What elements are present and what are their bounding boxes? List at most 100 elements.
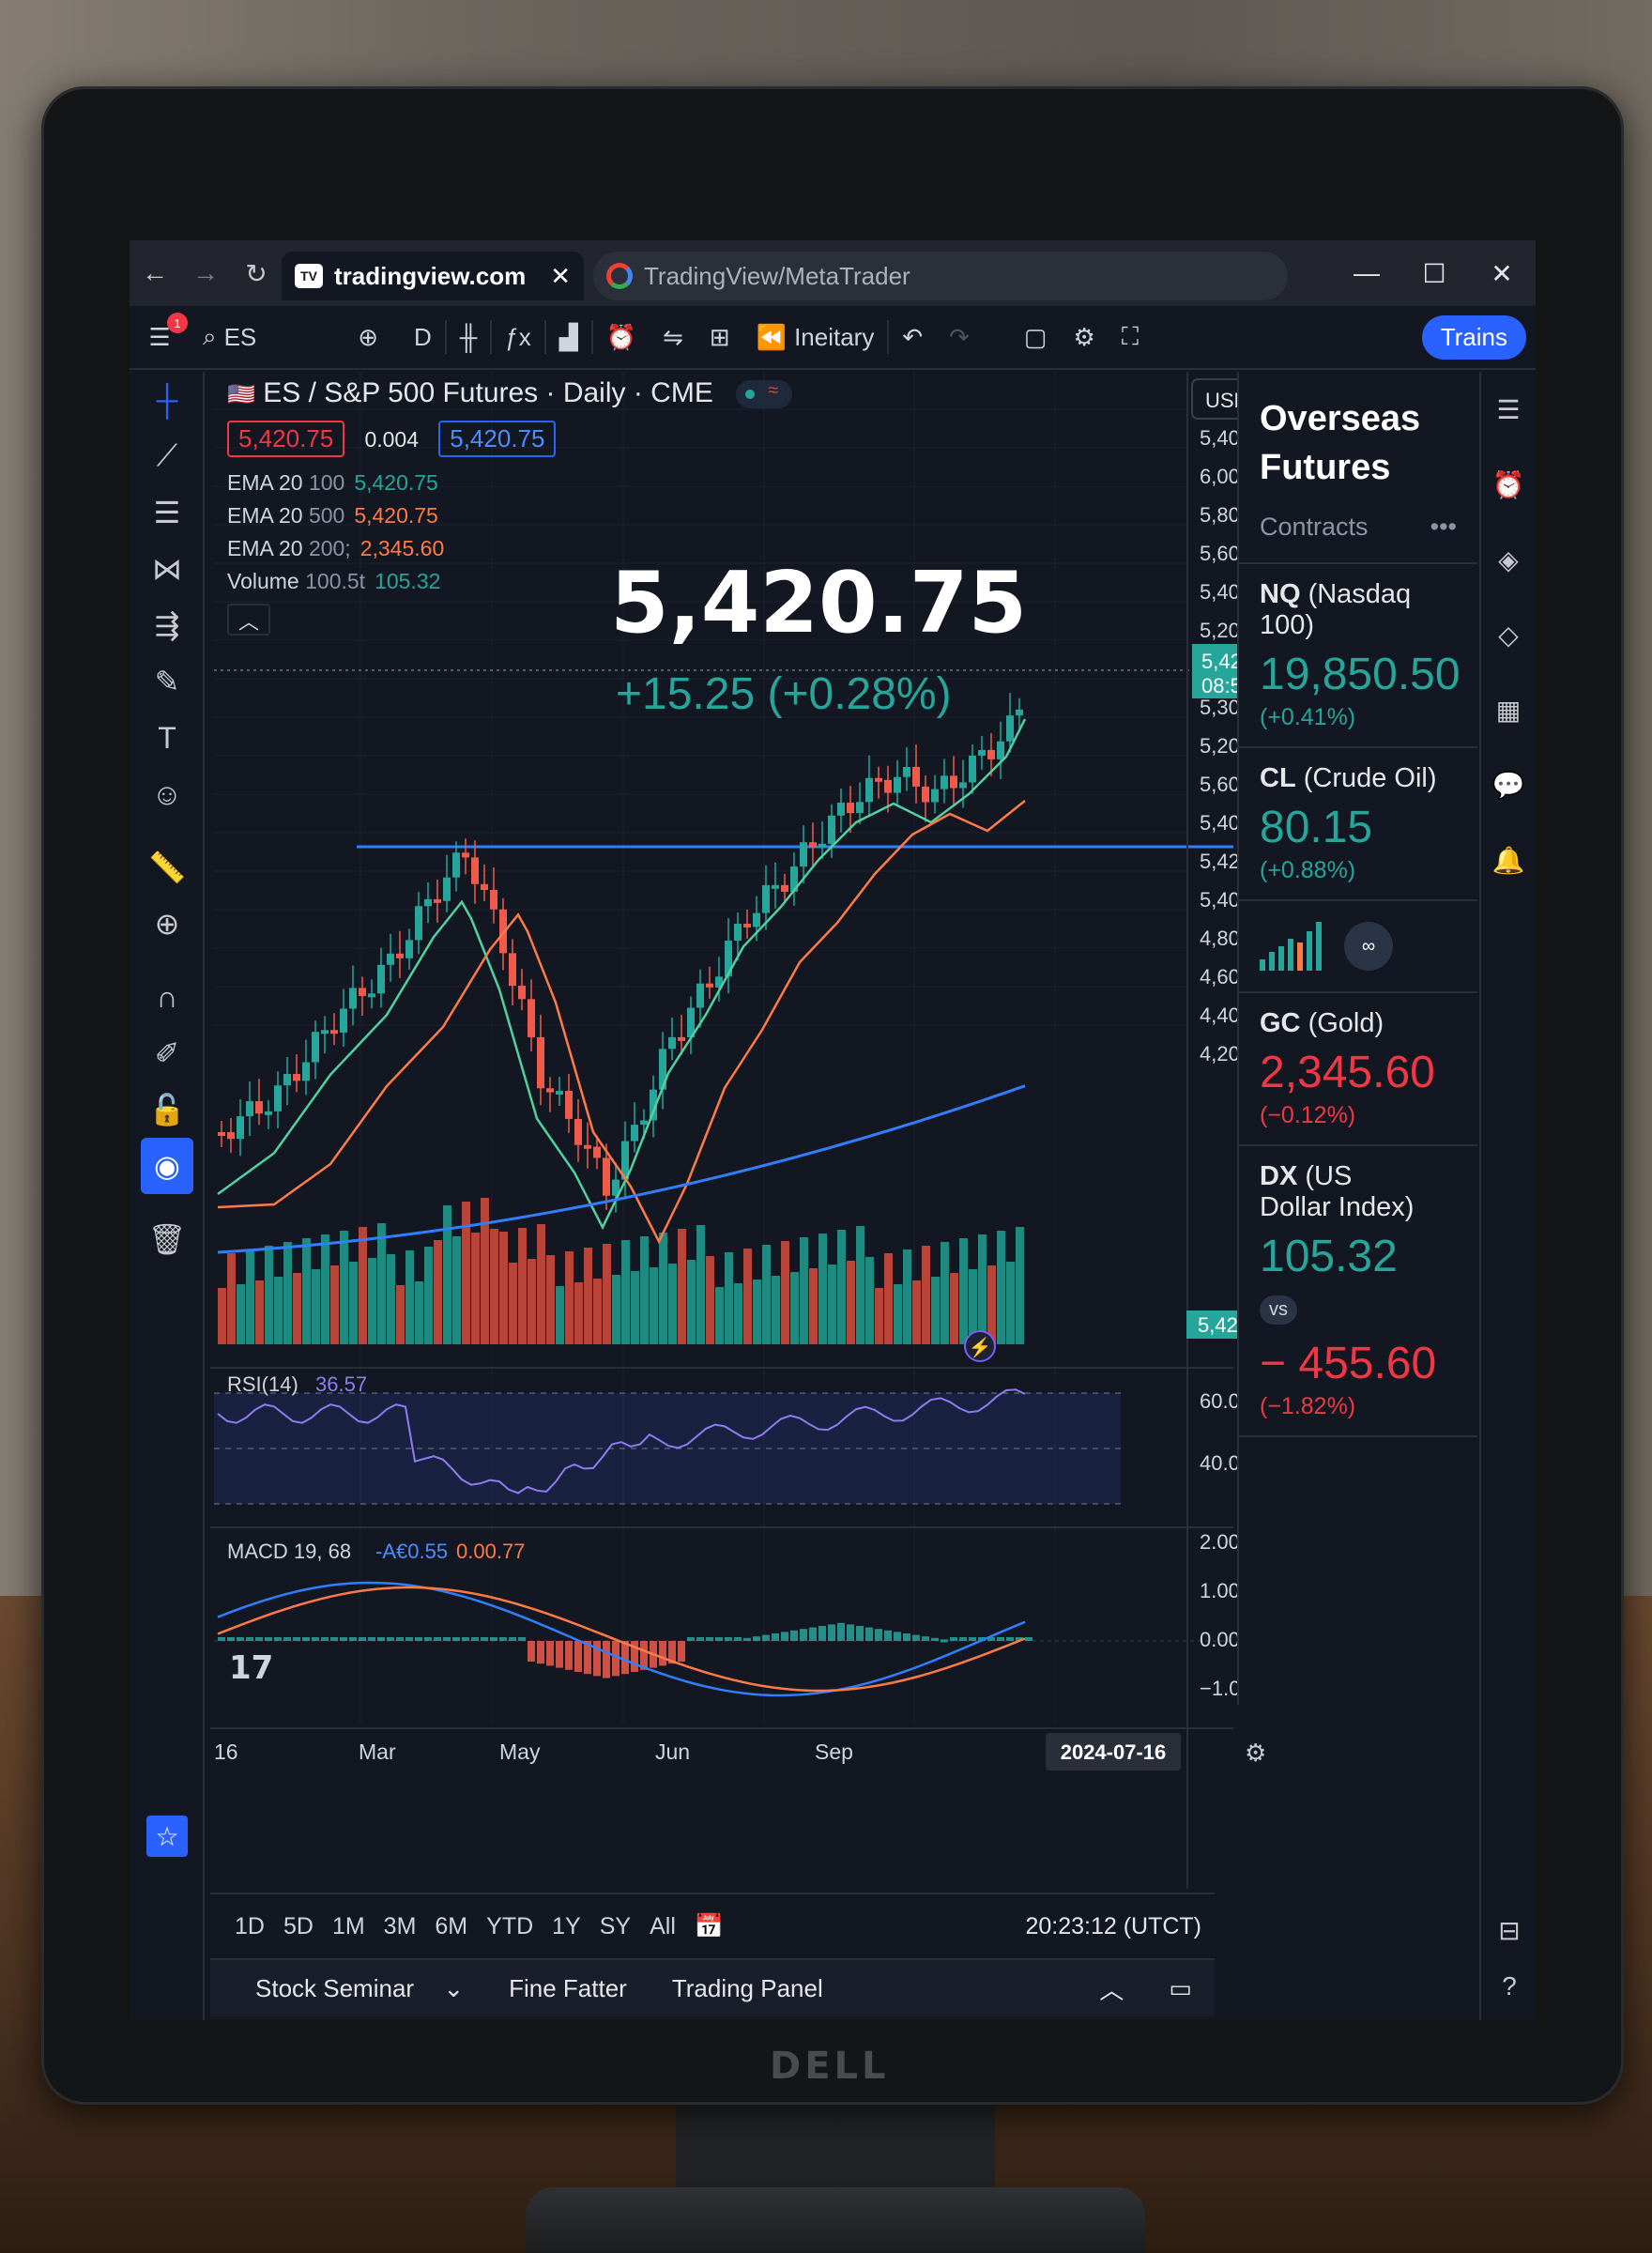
future-cl[interactable]: CL (Crude Oil) 80.15 (+0.88%): [1239, 746, 1477, 899]
timeframe-1d[interactable]: 1D: [225, 1913, 274, 1940]
pattern-icon[interactable]: ⋈: [130, 541, 205, 597]
timeframe-3m[interactable]: 3M: [375, 1913, 426, 1940]
monitor-logo: DELL: [770, 2045, 890, 2088]
alarm-clock-icon[interactable]: ⏰: [1481, 447, 1536, 522]
status-dot-icon: ≈: [736, 380, 793, 409]
maximize-icon[interactable]: ☐: [1400, 258, 1468, 289]
bell-icon[interactable]: 🔔: [1481, 822, 1536, 897]
volume-bar: [593, 1279, 602, 1344]
lock-icon[interactable]: 🔓: [130, 1081, 205, 1138]
menu-button[interactable]: ☰ 1: [130, 305, 190, 369]
minimize-icon[interactable]: —: [1333, 258, 1400, 289]
indicators-icon[interactable]: ƒx: [492, 305, 543, 369]
crosshair-icon[interactable]: ┼: [130, 372, 205, 428]
replay-button[interactable]: ⏪ Ineitary: [743, 305, 888, 369]
close-tab-icon[interactable]: ✕: [550, 262, 571, 291]
compare-add-icon[interactable]: ⊕: [344, 305, 391, 369]
undo-icon[interactable]: ↶: [889, 305, 936, 369]
clock[interactable]: 20:23:12 (UTCT): [1025, 1913, 1201, 1940]
fullscreen-icon[interactable]: ⛶: [1109, 305, 1152, 369]
volume-bar: [631, 1271, 639, 1344]
candle: [997, 741, 1004, 759]
alert-icon[interactable]: ⏰: [593, 305, 650, 369]
candle: [931, 789, 939, 803]
link-icon[interactable]: ∞: [1344, 922, 1393, 971]
timeframe-6m[interactable]: 6M: [425, 1913, 477, 1940]
collapse-panel-icon[interactable]: ︿: [1077, 1971, 1146, 2006]
lock-pencil-icon[interactable]: ✐: [130, 1025, 205, 1081]
sell-price-button[interactable]: 5,420.75: [227, 421, 345, 457]
future-price: 19,850.50: [1260, 650, 1461, 699]
forward-icon[interactable]: →: [180, 240, 231, 306]
volume-bar: [452, 1236, 461, 1344]
candles-icon[interactable]: ╫: [447, 305, 490, 369]
symbol-title[interactable]: ES / S&P 500 Futures · Daily · CME: [263, 377, 713, 408]
trend-line-icon[interactable]: ⟋: [130, 428, 205, 484]
future-nq[interactable]: NQ (Nasdaq 100) 19,850.50 (+0.41%): [1239, 562, 1477, 746]
close-window-icon[interactable]: ✕: [1468, 258, 1536, 289]
volume-length: 100.5t: [305, 569, 366, 593]
back-icon[interactable]: ←: [130, 240, 180, 306]
macd-histogram-bar: [265, 1637, 272, 1641]
tab-trading-panel[interactable]: Trading Panel: [650, 1974, 846, 2003]
timeframe-sy[interactable]: SY: [590, 1913, 640, 1940]
candle: [828, 815, 835, 844]
text-icon[interactable]: T: [130, 710, 205, 766]
interval-button[interactable]: D: [401, 305, 445, 369]
macd-histogram-bar: [359, 1637, 366, 1641]
redo-icon[interactable]: ↷: [936, 305, 983, 369]
volume-bar: [424, 1247, 433, 1344]
zoom-icon[interactable]: ⊕: [130, 896, 205, 952]
favorites-star-icon[interactable]: ☆: [130, 1808, 205, 1864]
macd-histogram-bar: [856, 1626, 864, 1641]
trains-button[interactable]: Trains: [1421, 314, 1526, 360]
time-axis-label: Sep: [815, 1740, 853, 1764]
eye-icon[interactable]: ◉: [141, 1138, 193, 1194]
layout-square-icon[interactable]: ▢: [1011, 305, 1061, 369]
collapse-legend-icon[interactable]: ︿: [227, 604, 270, 636]
layers-icon[interactable]: ◈: [1481, 522, 1536, 597]
fib-icon[interactable]: ☰: [130, 484, 205, 541]
watchlist-icon[interactable]: ☰: [1481, 372, 1536, 447]
timeframe-ytd[interactable]: YTD: [477, 1913, 543, 1940]
timeframe-1m[interactable]: 1M: [323, 1913, 375, 1940]
tab-active[interactable]: TV tradingview.com ✕: [282, 252, 584, 300]
buy-price-button[interactable]: 5,420.75: [438, 421, 557, 457]
hotlist-icon[interactable]: ◇: [1481, 597, 1536, 672]
compare-icon[interactable]: ⇋: [650, 305, 696, 369]
macd-histogram-bar: [790, 1630, 798, 1641]
future-gc[interactable]: GC (Gold) 2,345.60 (−0.12%): [1239, 991, 1477, 1144]
more-icon[interactable]: •••: [1430, 513, 1457, 542]
tab-inactive[interactable]: TradingView/MetaTrader: [593, 252, 1288, 300]
symbol-search[interactable]: ⌕ ES: [190, 305, 269, 369]
chat-icon[interactable]: 💬: [1481, 747, 1536, 822]
forecast-icon[interactable]: ⇶: [130, 597, 205, 653]
reload-icon[interactable]: ↻: [231, 240, 282, 306]
brush-icon[interactable]: ✎: [130, 653, 205, 710]
macd-histogram-bar: [321, 1637, 329, 1641]
candle: [1006, 715, 1014, 742]
macd-histogram-bar: [762, 1634, 770, 1641]
layout-icon[interactable]: ⊞: [696, 305, 743, 369]
timeframe-1y[interactable]: 1Y: [543, 1913, 590, 1940]
timeframe-all[interactable]: All: [640, 1913, 685, 1940]
trash-icon[interactable]: 🗑: [130, 1211, 205, 1267]
calendar-range-icon[interactable]: 📅: [695, 1913, 724, 1940]
future-dx[interactable]: DX (US Dollar Index) 105.32 vs − 455.60 …: [1239, 1144, 1477, 1437]
time-axis-label: 16: [214, 1740, 238, 1764]
maximize-panel-icon[interactable]: ▭: [1146, 1974, 1215, 2003]
volume-bar: [302, 1238, 311, 1344]
tab-fine-fatter[interactable]: Fine Fatter: [486, 1974, 650, 2003]
ruler-icon[interactable]: 📏: [130, 839, 205, 896]
magnet-icon[interactable]: ∩: [130, 969, 205, 1025]
timeframe-5d[interactable]: 5D: [274, 1913, 323, 1940]
volume-bar: [847, 1261, 855, 1344]
templates-icon[interactable]: ▟: [546, 305, 591, 369]
volume-bar: [490, 1229, 498, 1344]
tab-stock-seminar[interactable]: Stock Seminar ⌄: [210, 1974, 486, 2003]
macd-histogram-bar: [903, 1633, 910, 1641]
calendar-icon[interactable]: ▦: [1481, 672, 1536, 747]
emoji-icon[interactable]: ☺: [130, 766, 205, 822]
help-icon[interactable]: ?: [1481, 1949, 1536, 2020]
settings-gear-icon[interactable]: ⚙: [1061, 305, 1109, 369]
